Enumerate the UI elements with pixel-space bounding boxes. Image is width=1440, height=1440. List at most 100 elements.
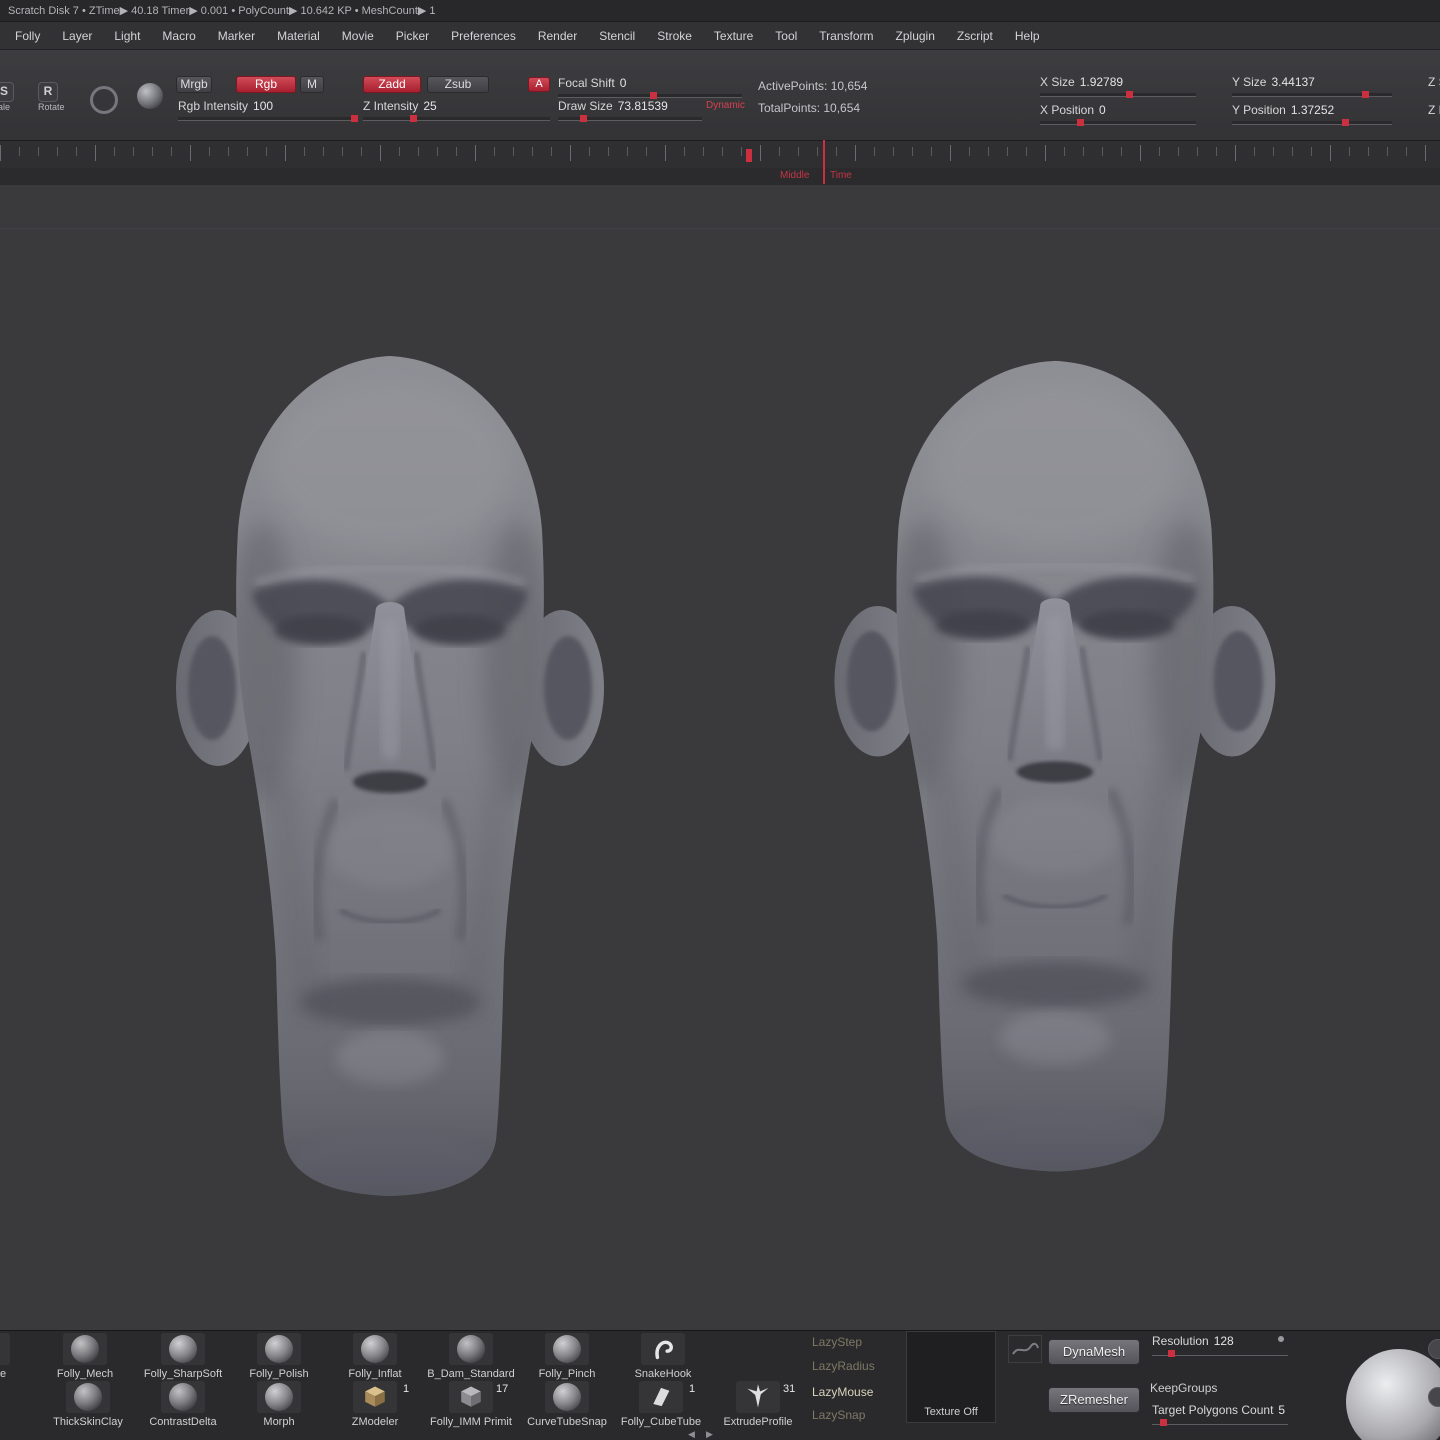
brush-item[interactable]: Folly_Polish [231,1333,327,1380]
rgb-intensity-slider[interactable]: Rgb Intensity100 [178,99,358,121]
menu-help[interactable]: Help [1004,22,1051,50]
m-button[interactable]: M [300,76,324,93]
tray-pager-left-icon[interactable]: ◀ [688,1429,695,1440]
dynamesh-button[interactable]: DynaMesh [1048,1339,1140,1365]
brush-label: CurveTubeSnap [519,1416,615,1428]
lazystep-button[interactable]: LazyStep [812,1335,862,1349]
scale-button[interactable]: S ale [0,82,14,112]
slider-handle[interactable] [351,115,358,122]
focal-shift-label: Focal Shift [558,76,615,90]
menu-texture[interactable]: Texture [703,22,764,50]
zsub-button[interactable]: Zsub [427,76,489,93]
focal-shift-slider[interactable]: Focal Shift 0 [558,76,742,98]
menu-zscript[interactable]: Zscript [946,22,1004,50]
zadd-button[interactable]: Zadd [363,76,421,93]
brush-label: Folly_Inflat [327,1368,423,1380]
menu-material[interactable]: Material [266,22,331,50]
brush-item[interactable]: SnakeHook [615,1333,711,1380]
sculpt-canvas[interactable] [0,185,1440,1330]
brush-item[interactable]: CurveTubeSnap [519,1381,615,1428]
stroke-type-icon[interactable] [1008,1335,1042,1363]
menu-tool[interactable]: Tool [764,22,808,50]
brush-alpha-ring-icon[interactable] [90,86,118,114]
menu-layer[interactable]: Layer [51,22,103,50]
brush-item[interactable]: ContrastDelta [135,1381,231,1428]
brush-item[interactable]: Folly_Pinch [519,1333,615,1380]
resolution-slider[interactable]: Resolution128 [1152,1334,1288,1356]
sculpt-head-right[interactable] [834,361,1275,1181]
rgb-intensity-value: 100 [253,99,273,113]
tray-pager-right-icon[interactable]: ▶ [706,1429,713,1440]
menu-movie[interactable]: Movie [331,22,385,50]
slider-handle[interactable] [1160,1419,1167,1426]
rotate-icon: R [38,82,58,102]
slider-handle[interactable] [580,115,587,122]
dynamic-toggle[interactable]: Dynamic [706,100,745,111]
gradient-sphere-icon[interactable] [137,83,163,109]
menu-zplugin[interactable]: Zplugin [885,22,946,50]
dot-indicator[interactable] [1278,1336,1284,1342]
mrgb-button[interactable]: Mrgb [176,76,212,93]
edge-button[interactable] [1428,1339,1440,1359]
brush-item[interactable]: ThickSkinClay [40,1381,136,1428]
a-button[interactable]: A [528,77,550,92]
brush-item[interactable]: Folly_SharpSoft [135,1333,231,1380]
draw-size-slider[interactable]: Draw Size73.81539 [558,99,702,121]
x-position-value: 0 [1099,103,1106,117]
keepgroups-button[interactable]: KeepGroups [1150,1381,1217,1395]
slider-track [1040,121,1196,125]
menu-render[interactable]: Render [527,22,588,50]
slider-track [558,117,702,121]
menu-stroke[interactable]: Stroke [646,22,703,50]
lazysnap-button[interactable]: LazySnap [812,1408,865,1422]
slider-handle[interactable] [650,92,657,99]
sculpt-head-left[interactable] [176,356,604,1206]
timeline-substrip [0,168,1440,185]
slider-handle[interactable] [1077,119,1084,126]
menu-picker[interactable]: Picker [385,22,440,50]
slider-handle[interactable] [1362,91,1369,98]
z-intensity-slider[interactable]: Z Intensity25 [363,99,550,121]
brush-item[interactable]: Morph [231,1381,327,1428]
brush-label: Folly_Pinch [519,1368,615,1380]
y-position-slider[interactable]: Y Position1.37252 [1232,103,1392,125]
slider-handle[interactable] [1342,119,1349,126]
timeline-playhead[interactable] [746,149,752,162]
x-size-slider[interactable]: X Size1.92789 [1040,75,1196,97]
snakehook-icon [646,1335,680,1363]
z-intensity-label: Z Intensity [363,99,418,113]
menu-stencil[interactable]: Stencil [588,22,646,50]
zremesher-button[interactable]: ZRemesher [1048,1387,1140,1413]
slider-handle[interactable] [1168,1350,1175,1357]
rotate-button[interactable]: R Rotate [38,82,65,112]
brush-item[interactable]: Folly_Mech [37,1333,133,1380]
model-viewport[interactable] [0,185,1440,1330]
brush-item-partial[interactable] [0,1333,10,1365]
menu-light[interactable]: Light [103,22,151,50]
menu-folly[interactable]: Folly [4,22,51,50]
brush-item[interactable]: Folly_Inflat [327,1333,423,1380]
lazyradius-button[interactable]: LazyRadius [812,1359,875,1373]
slider-handle[interactable] [410,115,417,122]
brush-label: Folly_Polish [231,1368,327,1380]
y-size-slider[interactable]: Y Size3.44137 [1232,75,1392,97]
slider-handle[interactable] [1126,91,1133,98]
target-polygons-slider[interactable]: Target Polygons Count5 [1152,1403,1288,1425]
brush-item[interactable]: B_Dam_Standard [423,1333,519,1380]
lazymouse-button[interactable]: LazyMouse [812,1385,873,1399]
menu-preferences[interactable]: Preferences [440,22,527,50]
menu-macro[interactable]: Macro [151,22,206,50]
x-position-slider[interactable]: X Position0 [1040,103,1196,125]
material-preview-sphere[interactable] [1346,1349,1440,1440]
texture-panel[interactable]: Texture Off [906,1331,996,1423]
z-size-slider-partial[interactable]: Z S [1428,75,1440,89]
z-position-slider-partial[interactable]: Z P [1428,103,1440,117]
timeline-cursor[interactable] [823,140,825,184]
title-bar: Scratch Disk 7 • ZTime▶ 40.18 Timer▶ 0.0… [0,0,1440,22]
timeline-ruler[interactable] [0,140,1440,169]
resolution-value: 128 [1214,1334,1234,1348]
menu-transform[interactable]: Transform [808,22,884,50]
menu-marker[interactable]: Marker [207,22,266,50]
focal-shift-value: 0 [620,76,627,90]
rgb-button[interactable]: Rgb [236,76,296,93]
